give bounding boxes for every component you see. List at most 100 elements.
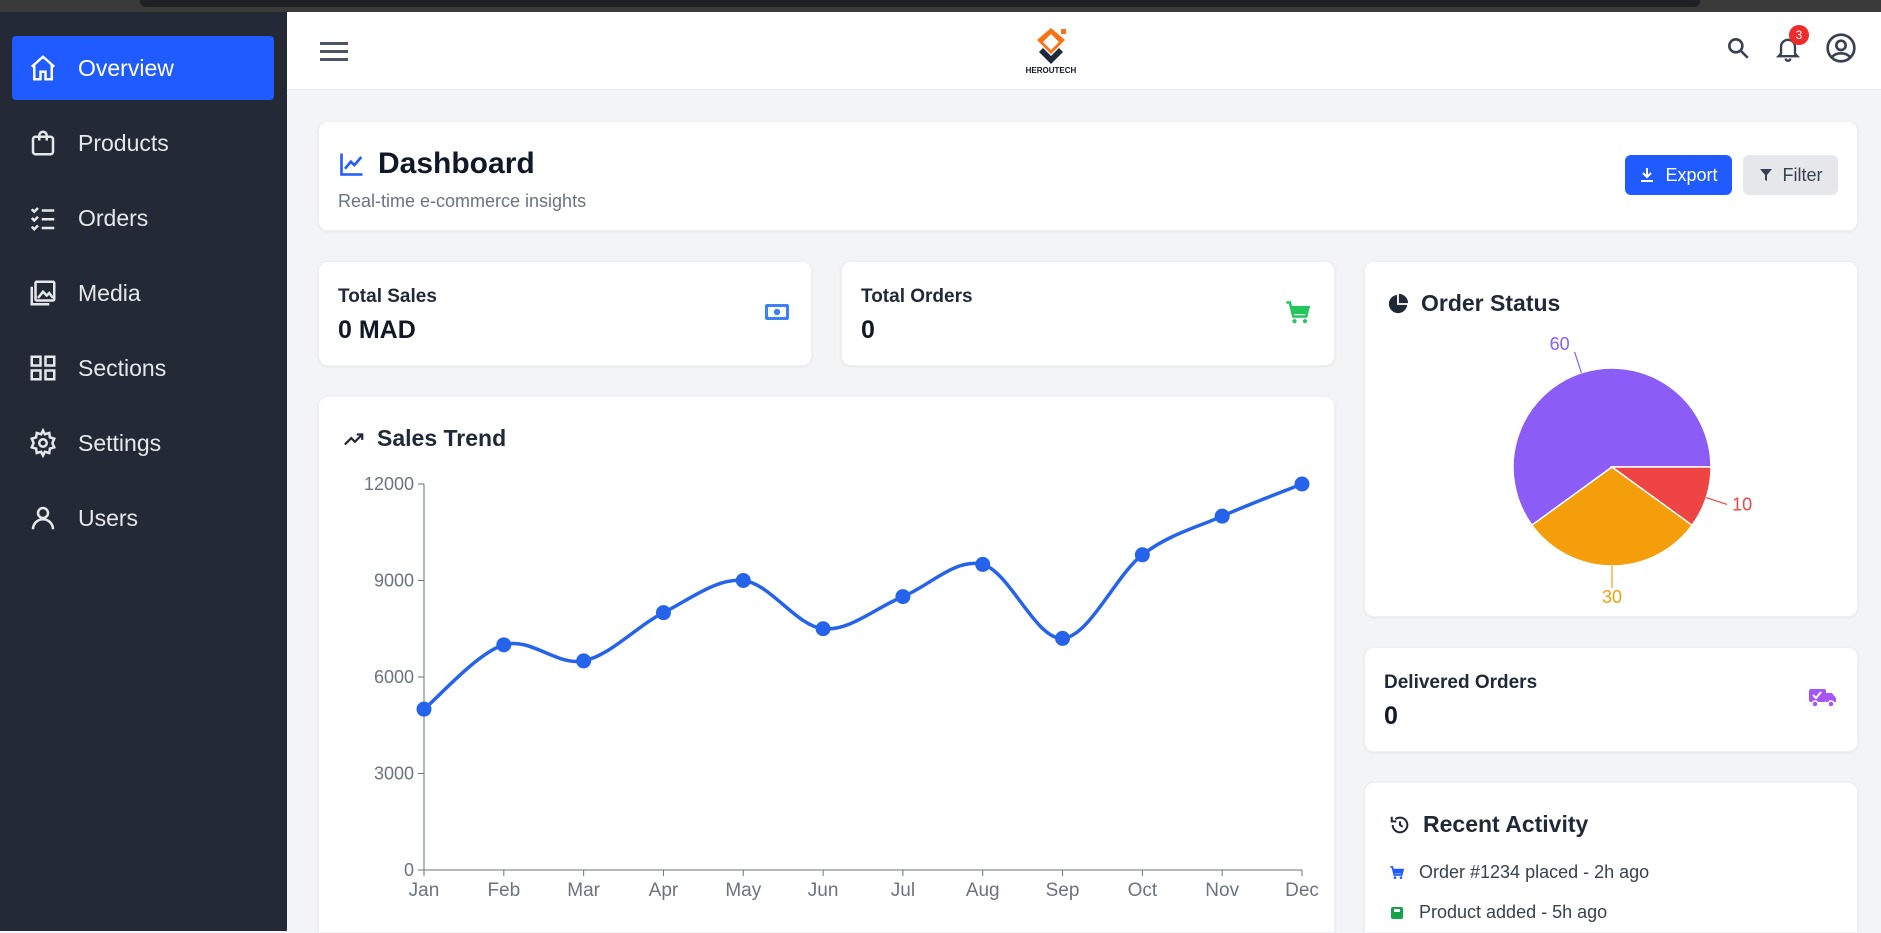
grid-icon <box>30 355 56 381</box>
sidebar-item-orders[interactable]: Orders <box>12 186 274 250</box>
browser-top-strip <box>0 0 1881 12</box>
line-chart-icon <box>340 153 363 176</box>
box-icon <box>1391 906 1403 919</box>
x-tick-label: Apr <box>649 880 679 901</box>
y-tick-label: 0 <box>404 860 414 880</box>
x-tick-label: Mar <box>567 880 600 901</box>
cart-icon <box>1286 301 1311 324</box>
user-icon <box>31 506 55 530</box>
recent-activity-title-text: Recent Activity <box>1423 811 1589 837</box>
data-point <box>735 573 751 588</box>
data-point <box>895 589 911 605</box>
home-icon <box>30 55 56 81</box>
sidebar-item-label: Products <box>78 129 169 156</box>
activity-text: Product added - 5h ago <box>1419 902 1608 922</box>
x-tick-label: Oct <box>1128 880 1158 901</box>
y-tick-label: 6000 <box>374 667 414 687</box>
gear-icon <box>30 428 56 458</box>
sidebar-item-label: Sections <box>78 354 167 381</box>
order-status-title: Order Status <box>1387 290 1560 317</box>
cart-icon <box>1390 865 1405 879</box>
brand-name: HEROUTECH <box>1025 66 1077 75</box>
sales-trend-chart: 0 3000 6000 9000 12000 Jan Feb Mar Apr May Jun Jul A… <box>364 474 1319 901</box>
images-icon <box>30 280 56 306</box>
truck-icon <box>1809 689 1836 708</box>
pie-label-leader <box>1705 497 1728 505</box>
y-tick-label: 12000 <box>364 474 414 494</box>
pie-label-leader <box>1574 351 1582 374</box>
delivered-orders-card: Delivered Orders 0 <box>1364 647 1858 752</box>
list-item[interactable]: Order #1234 placed - 2h ago <box>1389 862 1649 883</box>
sidebar-item-overview[interactable]: Overview <box>12 36 274 100</box>
filter-icon <box>1759 169 1772 181</box>
recent-activity-card: Recent Activity Order #1234 placed - 2h … <box>1364 782 1858 933</box>
shopping-bag-icon <box>31 130 55 156</box>
topbar: HEROUTECH 3 <box>287 12 1881 90</box>
sidebar-item-label: Settings <box>78 429 162 456</box>
sales-series-line <box>422 482 1303 711</box>
trending-up-icon <box>344 432 364 445</box>
menu-icon[interactable] <box>319 36 349 66</box>
x-tick-label: Aug <box>966 880 1000 901</box>
page-title: Dashboard <box>378 147 535 180</box>
money-icon <box>765 304 789 320</box>
account-icon[interactable] <box>1824 31 1858 65</box>
pie-label: 30 <box>1602 587 1622 607</box>
x-tick-label: Jul <box>891 880 915 901</box>
data-point <box>975 556 991 572</box>
x-tick-label: Jun <box>808 880 839 901</box>
data-point <box>1214 508 1230 524</box>
history-icon <box>1390 816 1409 833</box>
pie-chart-icon <box>1388 293 1409 313</box>
sidebar-item-label: Users <box>78 504 139 531</box>
checklist-icon <box>30 207 55 232</box>
filter-label: Filter <box>1782 164 1823 185</box>
total-sales-value: 0 MAD <box>338 316 416 344</box>
list-item[interactable]: Product added - 5h ago <box>1389 902 1607 923</box>
total-orders-card: Total Orders 0 <box>841 261 1335 366</box>
filter-button[interactable]: Filter <box>1743 155 1838 195</box>
pie-label: 60 <box>1550 334 1570 354</box>
pie-label: 10 <box>1732 494 1752 514</box>
search-icon[interactable] <box>1723 33 1753 63</box>
sales-trend-card: Sales Trend 0 3000 6000 9000 12000 Jan Feb Mar A… <box>318 396 1335 933</box>
data-point <box>416 701 432 717</box>
total-sales-card: Total Sales 0 MAD <box>318 261 812 366</box>
x-tick-label: Nov <box>1205 880 1239 901</box>
x-tick-label: Dec <box>1285 880 1319 901</box>
download-icon <box>1641 168 1654 182</box>
sales-trend-title-text: Sales Trend <box>377 425 507 451</box>
total-sales-label: Total Sales <box>338 286 437 307</box>
dashboard-header: Dashboard Real-time e-commerce insights … <box>318 121 1858 231</box>
notification-badge: 3 <box>1789 25 1809 45</box>
sidebar-item-media[interactable]: Media <box>12 261 274 325</box>
data-point <box>1055 630 1071 646</box>
y-tick-label: 9000 <box>374 571 414 591</box>
data-point <box>815 621 831 637</box>
sidebar-item-label: Overview <box>78 54 174 81</box>
x-tick-label: Sep <box>1046 880 1080 901</box>
sidebar-item-products[interactable]: Products <box>12 111 274 175</box>
order-status-card: Order Status 60 30 10 <box>1364 261 1858 617</box>
sales-trend-title: Sales Trend <box>343 425 506 452</box>
y-tick-label: 3000 <box>374 764 414 784</box>
data-point <box>576 653 592 669</box>
notifications-button[interactable]: 3 <box>1773 25 1809 63</box>
total-orders-value: 0 <box>861 316 875 344</box>
export-label: Export <box>1665 164 1718 185</box>
brand-logo[interactable]: HEROUTECH <box>1021 26 1081 86</box>
activity-text: Order #1234 placed - 2h ago <box>1419 862 1650 882</box>
sidebar: Overview Products Orders Media Sections … <box>0 12 287 931</box>
order-status-chart: 60 30 10 <box>1512 334 1752 607</box>
sidebar-item-users[interactable]: Users <box>12 486 274 550</box>
sidebar-item-sections[interactable]: Sections <box>12 336 274 400</box>
data-point <box>1134 547 1150 563</box>
delivered-orders-label: Delivered Orders <box>1384 672 1538 693</box>
data-point <box>655 605 671 621</box>
x-tick-label: May <box>725 880 761 901</box>
export-button[interactable]: Export <box>1625 155 1732 195</box>
sidebar-item-settings[interactable]: Settings <box>12 411 274 475</box>
data-point <box>496 637 512 653</box>
page-subtitle: Real-time e-commerce insights <box>338 191 587 211</box>
recent-activity-title: Recent Activity <box>1389 811 1588 838</box>
